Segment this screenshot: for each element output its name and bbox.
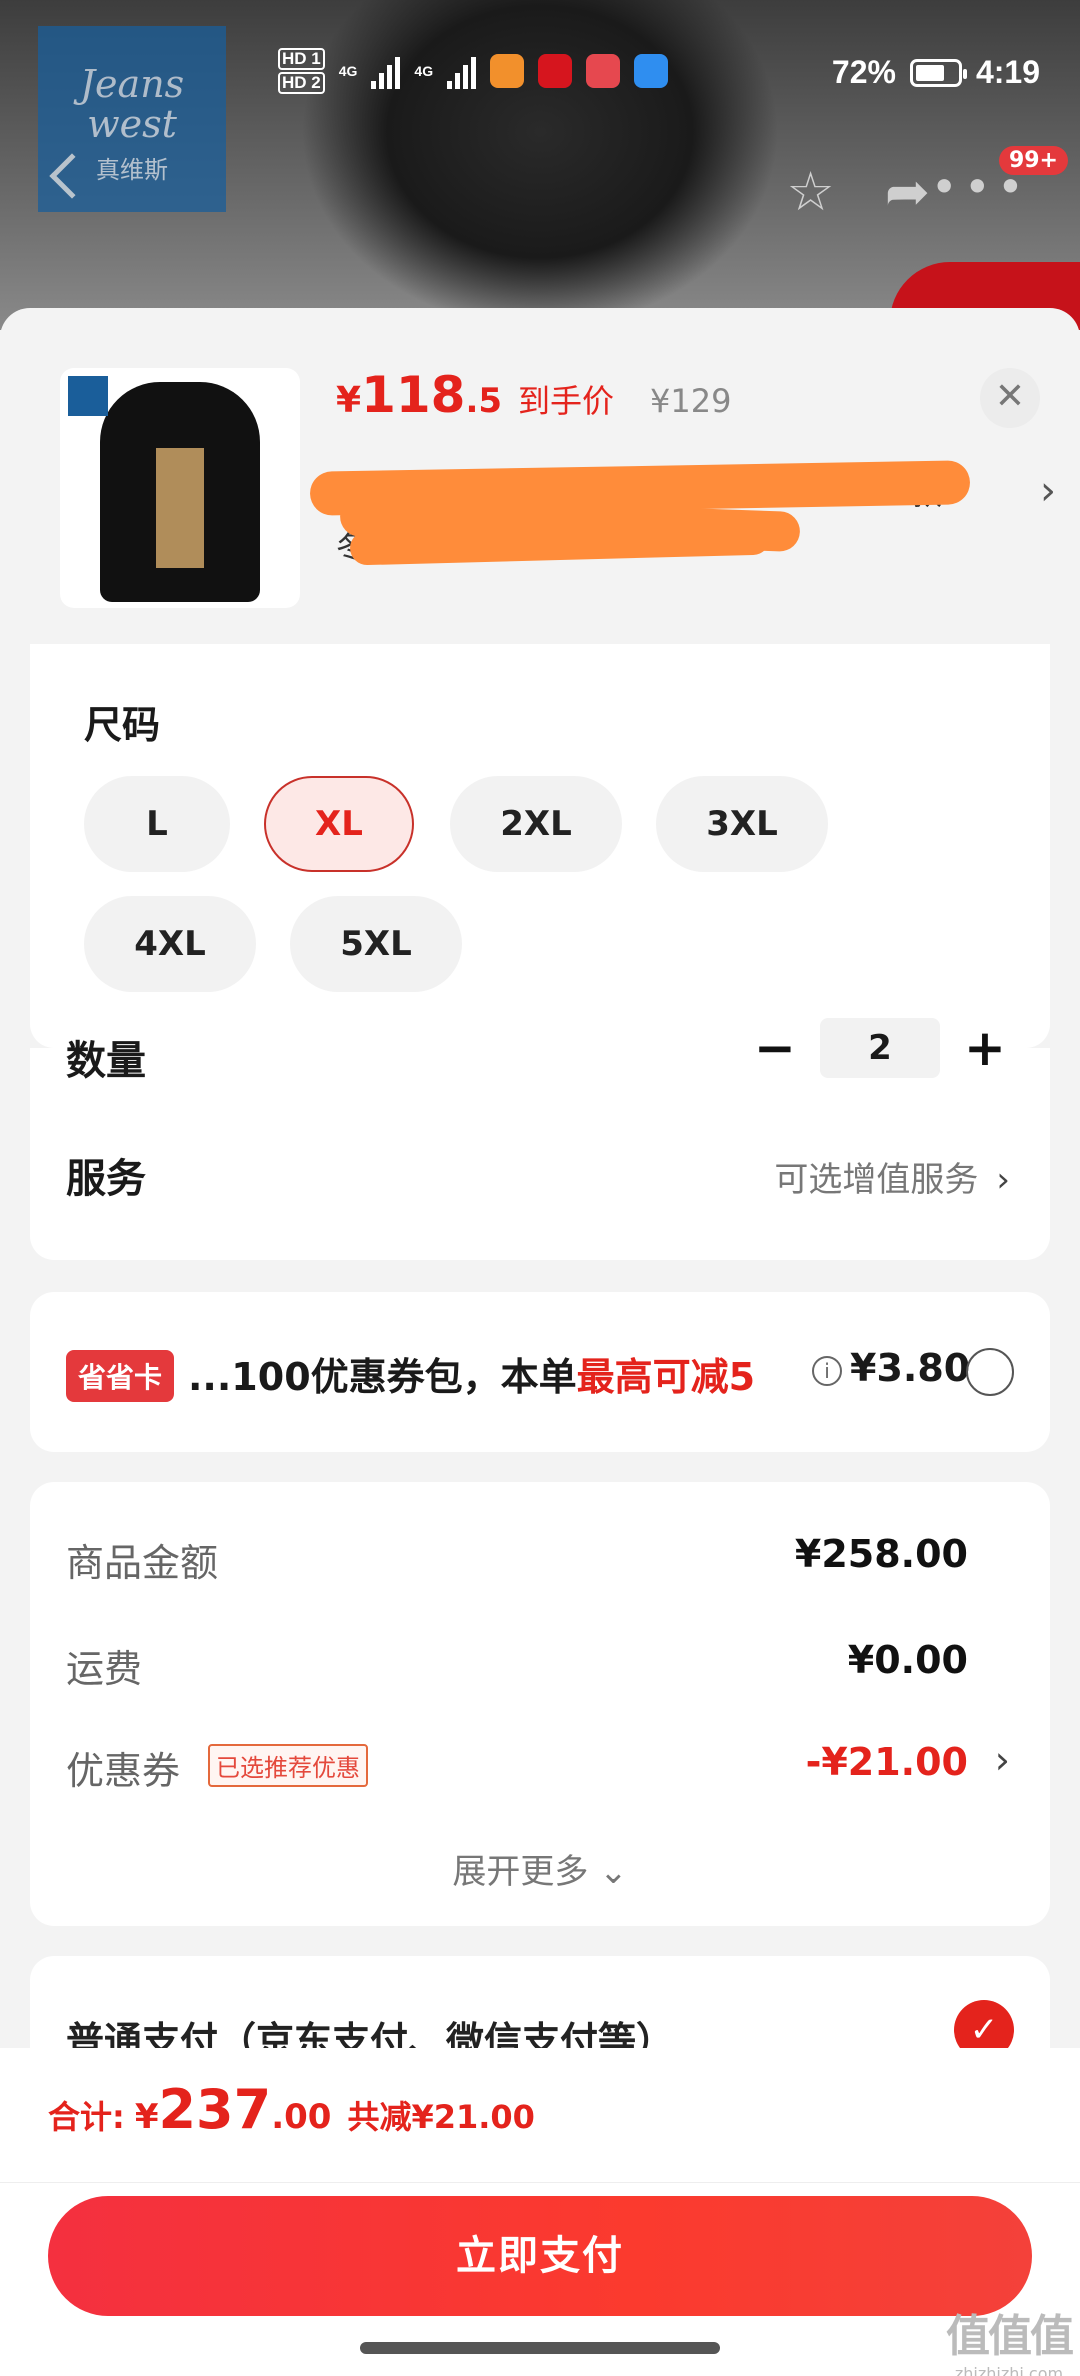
hd2-label: HD 2 [278, 72, 325, 94]
share-icon[interactable]: ➦ [885, 160, 930, 223]
notification-badge: 99+ [998, 146, 1068, 175]
savings-card-badge: 省省卡 [66, 1350, 175, 1402]
star-icon[interactable]: ☆ [786, 160, 834, 223]
savings-text-highlight: 最高可减5 [576, 1355, 756, 1399]
signal-icon [447, 53, 477, 89]
savings-card-price: ¥3.80 [850, 1346, 971, 1390]
size-chip[interactable]: 5XL [290, 896, 462, 992]
status-left: HD 1 HD 2 4G 4G [278, 46, 669, 96]
close-icon: ✕ [994, 376, 1026, 417]
expand-more-button[interactable]: 展开更多 ⌄ [30, 1844, 1050, 1893]
size-title: 尺码 [84, 703, 161, 747]
pay-now-button[interactable]: 立即支付 [48, 2196, 1032, 2316]
backdrop-toolbar: ☆ ➦ [786, 160, 930, 223]
battery-icon [909, 58, 967, 87]
savings-text-prefix: ...100优惠券包，本单 [188, 1355, 577, 1399]
size-chip[interactable]: 3XL [656, 776, 828, 872]
savings-card: 省省卡 ...100优惠券包，本单最高可减5 i ¥3.80 [30, 1292, 1050, 1452]
savings-card-text: ...100优惠券包，本单最高可减5 [188, 1346, 755, 1401]
payment-method-card: 普通支付（京东支付、微信支付等） ✓ [30, 1956, 1050, 2056]
jd-app-icon [538, 54, 573, 88]
shipping-value: ¥0.00 [847, 1638, 968, 1682]
chevron-right-icon[interactable]: › [995, 1738, 1010, 1782]
spec-card: 尺码 L XL 2XL 3XL 4XL 5XL [30, 644, 1050, 1048]
status-bar: HD 1 HD 2 4G 4G 72% 4:19 [0, 40, 1080, 104]
price-integer: 118 [361, 366, 466, 424]
total-symbol: ¥ [134, 2097, 159, 2137]
value-added-service-link[interactable]: 可选增值服务 › [774, 1152, 1010, 1201]
order-summary-card: 商品金额 ¥258.00 运费 ¥0.00 优惠券 已选推荐优惠 -¥21.00… [30, 1482, 1050, 1926]
thumbnail-brand-logo [68, 376, 108, 416]
original-price: ¥129 [650, 382, 732, 420]
total-decimal: .00 [271, 2097, 332, 2137]
total-integer: 237 [158, 2078, 272, 2141]
info-icon[interactable]: i [812, 1356, 842, 1386]
goods-amount-value: ¥258.00 [794, 1532, 968, 1576]
coupon-label: 优惠券 [66, 1749, 181, 1793]
status-right: 72% 4:19 [832, 54, 1040, 91]
shipping-label: 运费 [66, 1647, 143, 1691]
redaction-scribble [309, 458, 971, 568]
chevron-right-icon[interactable]: › [1040, 468, 1056, 514]
video-app-icon [490, 54, 525, 88]
net2-label: 4G [414, 63, 434, 79]
product-thumbnail[interactable] [60, 368, 300, 608]
jacket-lining [156, 448, 204, 568]
quantity-plus-button[interactable]: + [960, 1019, 1010, 1077]
quantity-stepper: − 2 + [750, 1018, 1010, 1078]
size-chip[interactable]: 4XL [84, 896, 256, 992]
coupon-recommended-tag: 已选推荐优惠 [208, 1744, 368, 1787]
price-symbol: ¥ [336, 380, 362, 421]
chevron-right-icon: › [996, 1160, 1010, 1200]
cloud-app-icon [634, 54, 669, 88]
hd-indicator: HD 1 HD 2 [278, 46, 325, 96]
price-decimal: .5 [465, 381, 503, 421]
quantity-value[interactable]: 2 [820, 1018, 940, 1078]
service-label: 服务 [66, 1156, 146, 1202]
watermark-logo: 值值值 [946, 2311, 1074, 2362]
huawei-app-icon [586, 54, 621, 88]
battery-percent: 72% [831, 54, 896, 90]
size-chip[interactable]: 2XL [450, 776, 622, 872]
size-chip-selected[interactable]: XL [264, 776, 414, 872]
watermark-url: zhizhizhi.com [954, 2364, 1064, 2376]
price-row: ¥ 118 .5 到手价 ¥129 [336, 366, 731, 424]
watermark: 值值值 zhizhizhi.com [946, 2300, 1074, 2376]
net1-label: 4G [338, 63, 358, 79]
service-link-text: 可选增值服务 [774, 1160, 979, 1200]
quantity-service-card: 数量 − 2 + 服务 可选增值服务 › [30, 1018, 1050, 1260]
clock-time: 4:19 [975, 54, 1040, 90]
total-price: 合计: ¥ 237 .00 共减¥21.00 [48, 2078, 535, 2141]
quantity-minus-button[interactable]: − [750, 1019, 800, 1077]
home-indicator[interactable] [360, 2342, 720, 2354]
bottom-bar: 合计: ¥ 237 .00 共减¥21.00 立即支付 值值值 zhizhizh… [0, 2048, 1080, 2376]
size-chip[interactable]: L [84, 776, 230, 872]
divider [0, 2182, 1080, 2183]
product-header: ¥ 118 .5 到手价 ¥129 ✕ 张 冬 01 款 › [0, 308, 1080, 638]
close-button[interactable]: ✕ [980, 368, 1040, 428]
savings-card-radio[interactable] [966, 1348, 1014, 1396]
quantity-label: 数量 [66, 1038, 146, 1084]
total-label: 合计: [48, 2098, 125, 2136]
price-tag: 到手价 [518, 382, 615, 420]
goods-amount-label: 商品金额 [66, 1541, 219, 1585]
hd1-label: HD 1 [278, 48, 325, 70]
signal-icon [371, 53, 401, 89]
total-reduced: 共减¥21.00 [347, 2098, 535, 2136]
coupon-value[interactable]: -¥21.00 [806, 1740, 968, 1784]
